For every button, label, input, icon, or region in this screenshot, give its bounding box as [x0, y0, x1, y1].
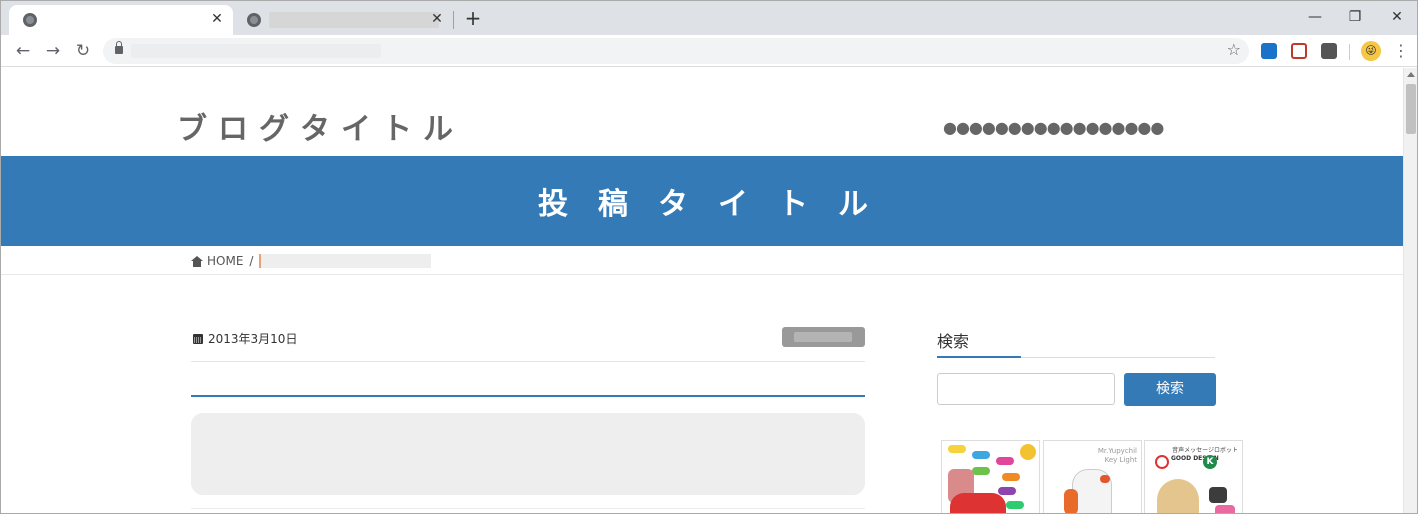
toy-car-shape	[948, 445, 966, 453]
reload-button[interactable]: ↻	[71, 39, 95, 63]
post-title-banner: 投稿タイトル	[1, 156, 1405, 246]
k-logo-icon: K	[1203, 455, 1217, 469]
scrollbar-thumb[interactable]	[1406, 84, 1416, 134]
small-robot-figure	[1209, 487, 1227, 503]
address-bar[interactable]: ☆	[103, 38, 1249, 64]
post-date-text: 2013年3月10日	[208, 332, 298, 346]
close-tab-icon[interactable]: ✕	[209, 11, 225, 27]
post-date: 2013年3月10日	[193, 330, 297, 347]
back-button[interactable]: ←	[11, 39, 35, 63]
close-tab-icon[interactable]: ✕	[429, 11, 445, 27]
award-badge-icon	[1020, 444, 1036, 460]
title-underline	[191, 395, 865, 397]
ad-banner-message-robot[interactable]: 音声メッセージロボット GOOD DESIGN K	[1144, 440, 1243, 513]
tab-separator	[453, 11, 454, 29]
restore-button[interactable]: ❐	[1335, 5, 1375, 29]
bear-robot-figure	[1157, 479, 1199, 513]
divider	[1, 274, 1405, 275]
blog-title[interactable]: ブログタイトル	[177, 104, 464, 148]
browser-menu-icon[interactable]: ⋮	[1393, 39, 1409, 63]
breadcrumb-home-link[interactable]: HOME	[207, 254, 243, 268]
page-viewport: ブログタイトル ●●●●●●●●●●●●●●●●● 投稿タイトル HOME / …	[1, 68, 1405, 513]
post-content-box	[191, 413, 865, 495]
banner-caption: Mr.Yupychil Key Light	[1097, 447, 1137, 464]
star-icon[interactable]: ☆	[1227, 40, 1241, 59]
tab-title-redacted	[269, 12, 439, 28]
banner-caption: 音声メッセージロボット	[1172, 447, 1238, 454]
new-tab-button[interactable]: +	[463, 8, 483, 28]
url-redacted	[131, 44, 381, 58]
breadcrumb: HOME /	[191, 252, 432, 270]
toy-car-shape	[972, 451, 990, 459]
toy-car-shape	[972, 467, 990, 475]
globe-icon	[23, 13, 37, 27]
header-text-masked: ●●●●●●●●●●●●●●●●●	[943, 118, 1164, 137]
toy-car-shape	[1002, 473, 1020, 481]
divider	[191, 361, 865, 362]
pocket-extension-icon[interactable]	[1291, 43, 1307, 59]
ad-banner-key-light[interactable]: Mr.Yupychil Key Light	[1043, 440, 1142, 513]
category-label-redacted	[794, 332, 852, 342]
sidebar-title-accent	[937, 356, 1021, 358]
category-badge[interactable]	[782, 327, 865, 347]
tab-inactive[interactable]: ✕	[233, 5, 453, 35]
good-design-logo-icon	[1155, 455, 1169, 469]
search-input[interactable]	[937, 373, 1115, 405]
toy-car-shape	[998, 487, 1016, 495]
tab-strip: ✕ ✕ + — ❐ ✕	[1, 1, 1417, 35]
robot-arm	[1064, 489, 1078, 513]
toy-car-shape	[1006, 501, 1024, 509]
lightbulb-extension-icon[interactable]	[1321, 43, 1337, 59]
globe-icon	[247, 13, 261, 27]
page-scrollbar[interactable]	[1403, 68, 1417, 513]
robot-eye	[1100, 475, 1110, 483]
minimize-button[interactable]: —	[1295, 5, 1335, 29]
window-close-button[interactable]: ✕	[1377, 5, 1417, 29]
toy-car-shape	[996, 457, 1014, 465]
forward-button[interactable]: →	[41, 39, 65, 63]
search-button[interactable]: 検索	[1124, 373, 1216, 406]
toy-car-shape	[950, 493, 1006, 513]
breadcrumb-separator: /	[249, 254, 254, 268]
sidebar-search-title: 検索	[937, 332, 970, 351]
toolbar-separator	[1349, 44, 1350, 60]
tab-active[interactable]: ✕	[9, 5, 233, 35]
breadcrumb-current-redacted	[259, 254, 432, 268]
extension-icon[interactable]	[1261, 43, 1277, 59]
calendar-icon	[193, 333, 203, 344]
divider	[191, 508, 865, 509]
post-title: 投稿タイトル	[538, 187, 898, 222]
scroll-up-icon[interactable]	[1407, 72, 1415, 77]
profile-avatar[interactable]: 😜	[1361, 41, 1381, 61]
browser-window: ✕ ✕ + — ❐ ✕ ← → ↻ ☆ 😜 ⋮ ブログタイトル ●●●●●●●●…	[0, 0, 1418, 514]
home-icon	[191, 255, 203, 267]
lock-icon[interactable]	[115, 41, 123, 54]
browser-toolbar: ← → ↻ ☆ 😜 ⋮	[1, 35, 1417, 67]
small-robot-figure	[1215, 505, 1235, 513]
ad-banner-ride-on-toy[interactable]	[941, 440, 1040, 513]
